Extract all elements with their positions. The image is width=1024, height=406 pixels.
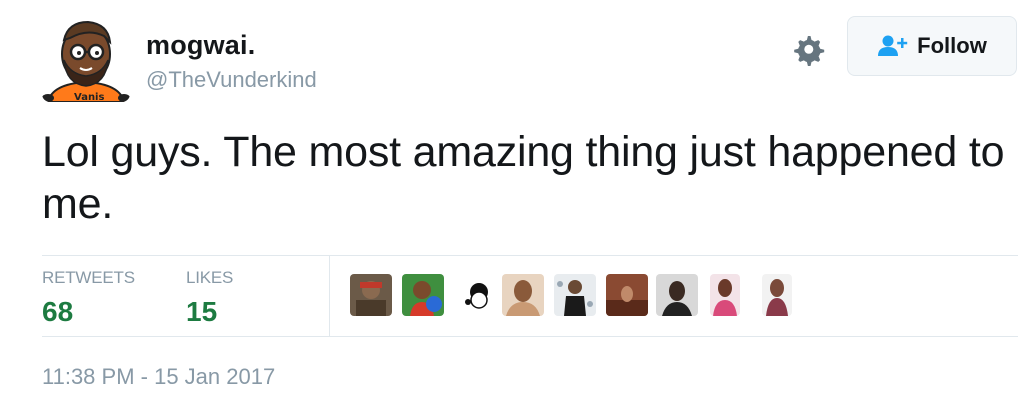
follow-button[interactable]: Follow [847,16,1017,76]
user-display-name[interactable]: mogwai. [146,30,255,61]
liker-avatar-1[interactable] [350,274,392,316]
stats-vertical-divider [329,256,330,336]
liker-avatar-6[interactable] [606,274,648,316]
retweets-label: RETWEETS [42,268,135,287]
tweet-card: Vanis mogwai. @TheVunderkind Follow Lol … [0,0,1024,406]
tweet-text: Lol guys. The most amazing thing just ha… [42,128,1005,228]
likes-stat[interactable]: LIKES 15 [186,268,233,328]
add-user-icon [877,34,909,58]
user-avatar[interactable]: Vanis [42,14,130,102]
retweets-count: 68 [42,296,74,327]
retweets-stat[interactable]: RETWEETS 68 [42,268,135,328]
gear-icon[interactable] [790,30,826,66]
likes-count: 15 [186,296,218,327]
tweet-timestamp[interactable]: 11:38 PM - 15 Jan 2017 [42,364,275,390]
stats-divider-top [42,255,1018,256]
liker-avatar-4[interactable] [502,274,544,316]
cartoon-avatar-icon: Vanis [42,14,130,102]
svg-text:Vanis: Vanis [74,92,104,102]
liker-avatar-9[interactable] [762,274,792,316]
liker-avatar-3[interactable] [462,280,496,314]
likes-label: LIKES [186,268,234,287]
liker-avatar-5[interactable] [554,274,596,316]
liker-avatar-8[interactable] [710,274,740,316]
liker-avatar-7[interactable] [656,274,698,316]
liker-avatar-2[interactable] [402,274,444,316]
stats-divider-bottom [42,336,1018,337]
user-handle[interactable]: @TheVunderkind [146,67,317,93]
follow-label: Follow [917,33,987,58]
